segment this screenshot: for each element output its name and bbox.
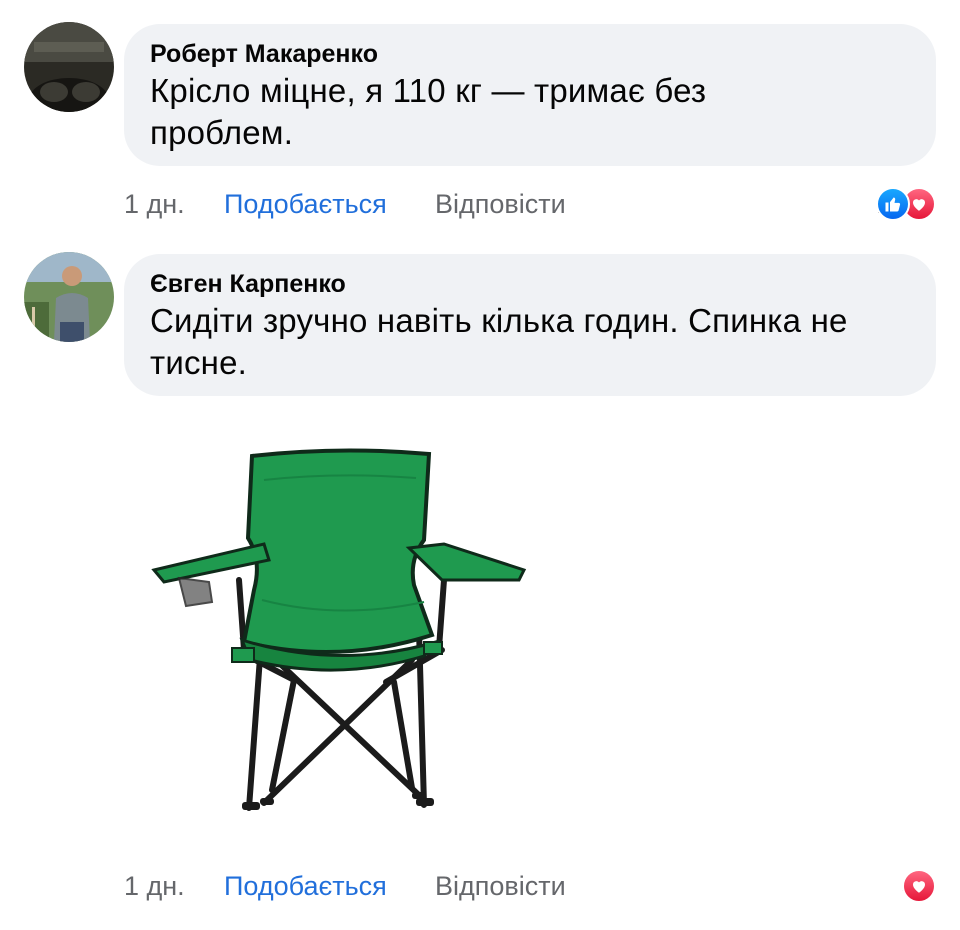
- comment-time[interactable]: 1 дн.: [124, 184, 185, 224]
- comment-bubble: Роберт Макаренко Крісло міцне, я 110 кг …: [124, 24, 936, 166]
- reactions-summary[interactable]: 4: [902, 866, 936, 906]
- man-portrait-avatar-image: [24, 252, 114, 342]
- comment-actions: 1 дн. Подобається Відповісти 4: [124, 866, 936, 906]
- reactions-summary[interactable]: 11: [876, 184, 936, 224]
- camping-chair-image: [151, 448, 527, 811]
- like-icon: [876, 187, 910, 221]
- comment-bubble: Євген Карпенко Сидіти зручно навіть кіль…: [124, 254, 936, 396]
- comment-author[interactable]: Роберт Макаренко: [150, 38, 910, 70]
- like-button[interactable]: Подобається: [224, 866, 387, 906]
- like-button[interactable]: Подобається: [224, 184, 387, 224]
- love-icon: [902, 869, 936, 903]
- avatar[interactable]: [24, 252, 114, 342]
- comment-actions: 1 дн. Подобається Відповісти 11: [124, 184, 936, 224]
- comment-author[interactable]: Євген Карпенко: [150, 268, 910, 300]
- reply-button[interactable]: Відповісти: [435, 866, 566, 906]
- reply-button[interactable]: Відповісти: [435, 184, 566, 224]
- avatar[interactable]: [24, 22, 114, 112]
- comment-text: Сидіти зручно навіть кілька годин. Спинк…: [150, 302, 848, 381]
- comment-text: Крісло міцне, я 110 кг — тримає без проб…: [150, 72, 707, 151]
- comment-photo-attachment[interactable]: [124, 420, 554, 840]
- car-interior-avatar-image: [24, 22, 114, 112]
- comment-time[interactable]: 1 дн.: [124, 866, 185, 906]
